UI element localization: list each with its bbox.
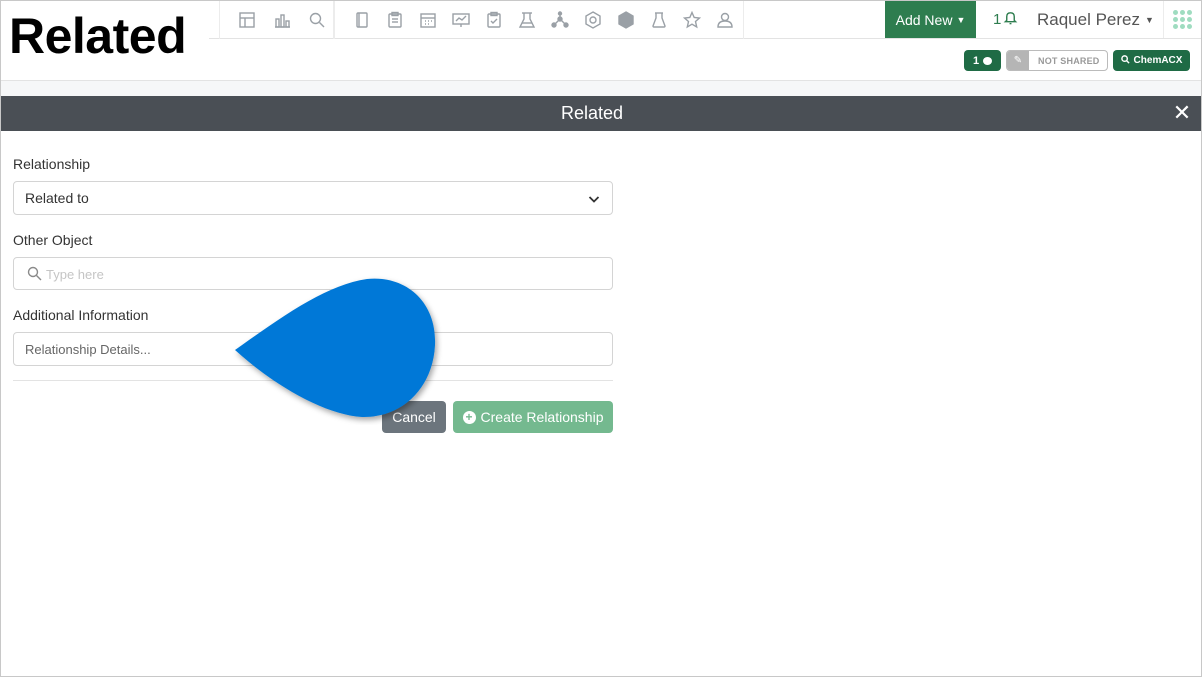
caret-down-icon: ▼ [956,14,966,25]
checklist-icon[interactable] [483,9,505,31]
clipboard-icon[interactable] [384,9,406,31]
molecule-icon[interactable] [549,9,571,31]
nav-icon-group-modules [334,1,744,39]
caret-down-icon: ▼ [1145,14,1154,25]
lab-flask-icon[interactable] [516,9,538,31]
chevron-down-icon [588,192,600,204]
user-icon[interactable] [714,9,736,31]
chemacx-label: ChemACX [1133,55,1183,66]
page-background [1,81,1201,96]
user-name: Raquel Perez [1037,9,1141,29]
relationship-details-placeholder: Relationship Details... [25,341,151,357]
bell-icon [1003,10,1018,29]
notifications-button[interactable]: 1 [993,1,1018,38]
cube-icon[interactable] [615,9,637,31]
bar-chart-icon[interactable] [271,9,293,31]
search-icon [27,266,42,281]
notebook-icon[interactable] [351,9,373,31]
sharing-status-button[interactable]: ✎ NOT SHARED [1006,50,1108,71]
sharing-status-label: NOT SHARED [1038,55,1100,66]
add-new-label: Add New [895,11,953,28]
modal-header: Related ✕ [1,96,1201,131]
app-window: Add New ▼ 1 Raquel Perez ▼ 1 ✎ NOT SHARE… [0,0,1202,677]
relationship-select[interactable]: Related to [13,181,613,215]
layout-icon[interactable] [236,9,258,31]
other-object-label: Other Object [13,232,93,248]
calendar-icon[interactable] [417,9,439,31]
star-icon[interactable] [681,9,703,31]
search-icon [1120,54,1130,67]
close-icon[interactable]: ✕ [1171,100,1193,125]
hexagon-icon[interactable] [582,9,604,31]
search-icon[interactable] [306,9,328,31]
relationship-label: Relationship [13,156,91,172]
add-new-button[interactable]: Add New ▼ [885,1,976,38]
comments-button[interactable]: 1 [964,50,1001,71]
notifications-count: 1 [993,11,1002,28]
pencil-icon: ✎ [1007,51,1029,70]
relationship-value: Related to [25,190,89,206]
create-relationship-button[interactable]: + Create Relationship [453,401,613,433]
chemacx-button[interactable]: ChemACX [1113,50,1190,71]
user-menu[interactable]: Raquel Perez ▼ [1037,1,1154,38]
modal-title: Related [560,103,624,123]
create-relationship-label: Create Relationship [480,409,604,425]
nav-icon-group-tools [219,1,334,39]
additional-info-label: Additional Information [13,307,149,323]
pointer-callout-icon [235,278,436,418]
comments-count: 1 [972,54,980,67]
presentation-icon[interactable] [450,9,472,31]
comment-icon [983,56,993,65]
apps-grid-icon [1173,10,1192,29]
apps-launcher[interactable] [1163,1,1201,38]
page-title: Related [9,8,187,64]
beaker-icon[interactable] [648,9,670,31]
other-object-placeholder: Type here [46,267,104,282]
plus-circle-icon: + [462,410,476,424]
page-title-overlay: Related [1,1,209,67]
